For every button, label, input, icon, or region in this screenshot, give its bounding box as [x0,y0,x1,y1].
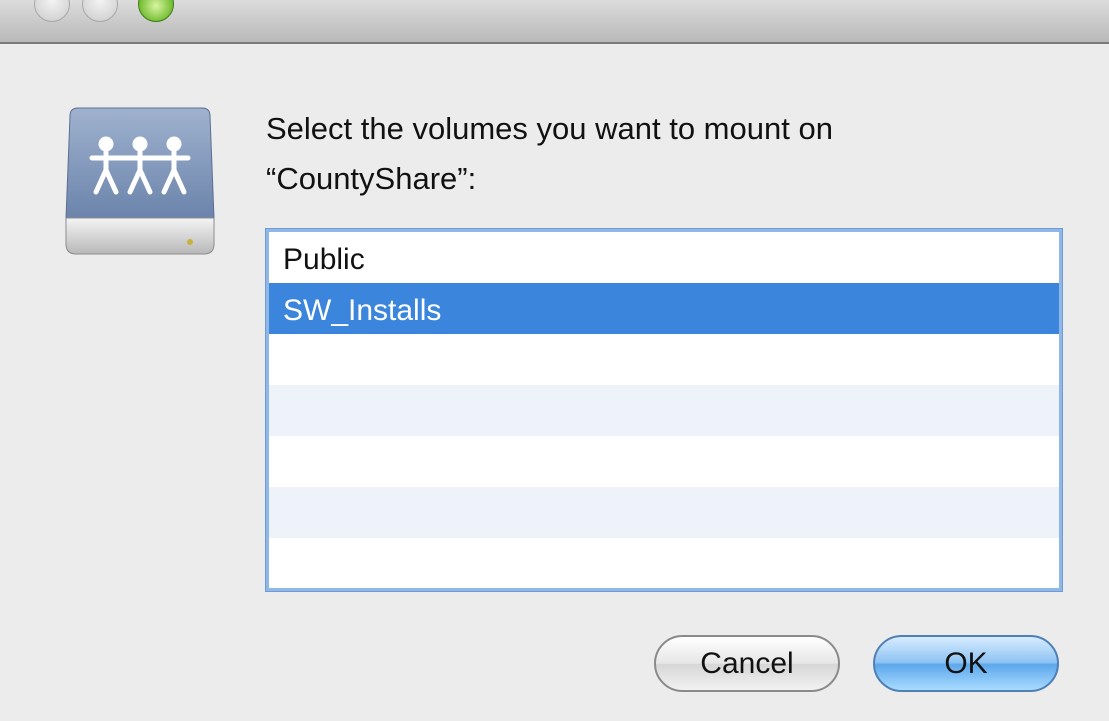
title-bar[interactable] [0,0,1109,44]
zoom-window-button[interactable] [138,0,174,22]
volume-list[interactable]: Public SW_Installs [266,229,1062,591]
close-window-button[interactable] [34,0,70,22]
list-item [269,538,1059,588]
list-item-selected[interactable]: SW_Installs [269,283,1059,334]
list-item[interactable]: Public [269,232,1059,283]
list-item [269,487,1059,538]
list-item [269,385,1059,436]
prompt-line-1: Select the volumes you want to mount on [266,111,833,146]
cancel-button[interactable]: Cancel [654,635,840,692]
minimize-window-button[interactable] [82,0,118,22]
dialog-prompt: Select the volumes you want to mount on … [266,104,1046,204]
list-item [269,334,1059,385]
shared-network-drive-icon [64,106,216,258]
list-item [269,436,1059,487]
ok-button[interactable]: OK [873,635,1059,692]
prompt-line-2: “CountyShare”: [266,161,477,196]
mount-volumes-dialog: Select the volumes you want to mount on … [0,0,1109,721]
